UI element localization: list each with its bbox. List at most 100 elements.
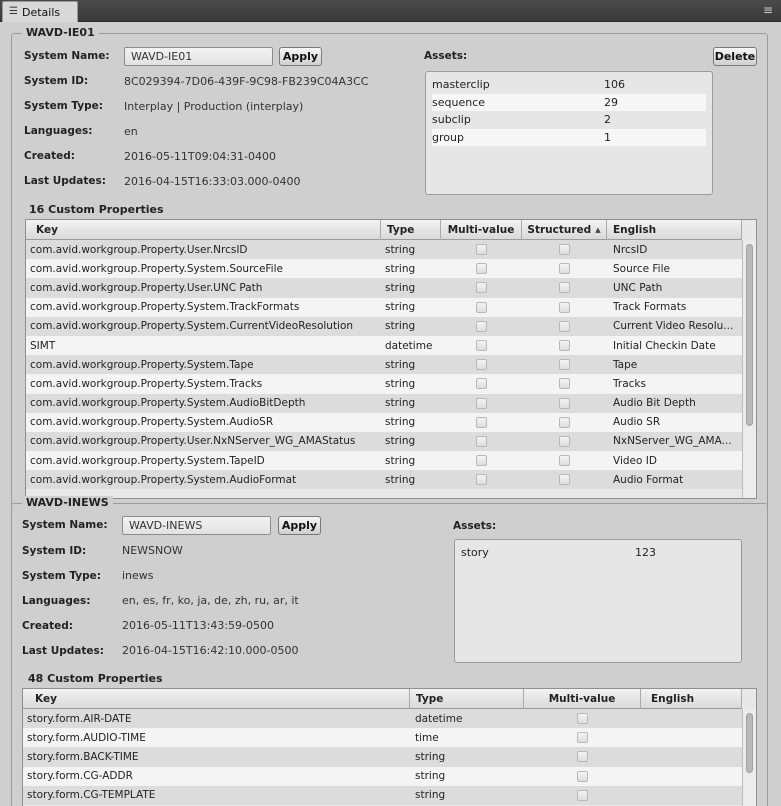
structured-cell [522,435,607,447]
table-row[interactable]: com.avid.workgroup.Property.User.UNC Pat… [26,278,742,298]
asset-count: 2 [604,113,611,126]
multi-value-checkbox[interactable] [476,244,487,256]
structured-checkbox[interactable] [559,455,570,467]
column-multi-value[interactable]: Multi-value [441,220,522,240]
table-row[interactable]: story.form.AUDIO-TIME time [23,728,742,748]
column-key[interactable]: Key [26,220,381,240]
table-row[interactable]: com.avid.workgroup.Property.User.NrcsID s… [26,240,742,260]
multi-value-checkbox[interactable] [476,340,487,352]
asset-row[interactable]: story 123 [461,544,735,562]
multi-value-checkbox[interactable] [577,770,588,782]
system-type-value: Interplay | Production (interplay) [124,100,304,113]
structured-checkbox[interactable] [559,359,570,371]
table-row[interactable]: com.avid.workgroup.Property.System.Curre… [26,316,742,336]
multi-value-checkbox[interactable] [476,416,487,428]
key-cell: SIMT [30,339,56,352]
key-cell: com.avid.workgroup.Property.System.Audio… [30,473,297,486]
table-row[interactable]: com.avid.workgroup.Property.System.TapeI… [26,451,742,471]
type-cell: string [385,377,416,390]
table-row[interactable]: story.form.CG-ADDR string [23,766,742,786]
created-value: 2016-05-11T09:04:31-0400 [124,150,277,163]
structured-checkbox[interactable] [559,435,570,447]
multi-value-cell [441,474,522,486]
column-english[interactable]: English [641,689,742,709]
apply-button[interactable]: Apply [279,47,322,66]
structured-checkbox[interactable] [559,474,570,486]
group-title: WAVD-INEWS [22,496,113,509]
type-cell: string [385,301,416,314]
structured-checkbox[interactable] [559,244,570,256]
multi-value-checkbox[interactable] [476,435,487,447]
multi-value-checkbox[interactable] [476,378,487,390]
hamburger-icon[interactable]: ≡ [761,3,775,17]
structured-checkbox[interactable] [559,416,570,428]
english-cell: Track Formats [613,301,687,314]
details-panel: WAVD-IE01 System Name: Apply System ID: … [0,22,781,806]
multi-value-checkbox[interactable] [476,397,487,409]
tab-details[interactable]: ☰ Details [2,1,78,22]
column-english[interactable]: English [607,220,742,240]
asset-row[interactable]: group 1 [432,128,706,146]
table-row[interactable]: com.avid.workgroup.Property.User.NxNServ… [26,431,742,452]
english-cell: Tape [613,358,638,371]
structured-checkbox[interactable] [559,301,570,313]
multi-value-cell [524,789,641,801]
table-row[interactable]: story.form.CG-TEMPLATE string [23,785,742,805]
table-row[interactable]: com.avid.workgroup.Property.System.Audio… [26,393,742,413]
column-multi-value[interactable]: Multi-value [524,689,641,709]
system-name-input[interactable] [124,47,273,66]
table-header: Key Type Multi-value Structured ▲ Englis… [26,220,742,240]
table-row[interactable]: com.avid.workgroup.Property.System.Track… [26,374,742,394]
table-row[interactable]: com.avid.workgroup.Property.System.Audio… [26,412,742,432]
table-row[interactable]: SIMT datetime Initial Checkin Date [26,335,742,356]
multi-value-checkbox[interactable] [476,282,487,294]
last-updates-label: Last Updates: [22,645,104,657]
multi-value-cell [441,435,522,447]
multi-value-checkbox[interactable] [577,732,588,744]
structured-checkbox[interactable] [559,320,570,332]
table-row[interactable]: com.avid.workgroup.Property.System.Sourc… [26,259,742,279]
structured-checkbox[interactable] [559,282,570,294]
multi-value-checkbox[interactable] [476,455,487,467]
column-structured-label: Structured [527,224,592,236]
vertical-scrollbar[interactable] [742,709,756,806]
table-row[interactable]: story.form.BACK-TIME string [23,747,742,767]
type-cell: string [415,789,446,802]
delete-button[interactable]: Delete [713,47,757,66]
asset-row[interactable]: sequence 29 [432,93,706,111]
scrollbar-thumb[interactable] [746,244,753,426]
multi-value-cell [441,301,522,313]
table-row[interactable]: story.form.AIR-DATE datetime [23,709,742,729]
structured-checkbox[interactable] [559,263,570,275]
structured-checkbox[interactable] [559,340,570,352]
multi-value-checkbox[interactable] [577,751,588,763]
scrollbar-thumb[interactable] [746,713,753,773]
table-row[interactable]: com.avid.workgroup.Property.System.Track… [26,297,742,317]
system-name-input[interactable] [122,516,271,535]
column-type[interactable]: Type [381,220,441,240]
column-structured[interactable]: Structured ▲ [522,220,607,240]
multi-value-checkbox[interactable] [476,359,487,371]
asset-row[interactable]: subclip 2 [432,111,706,129]
type-cell: string [385,320,416,333]
apply-button[interactable]: Apply [278,516,321,535]
system-type-label: System Type: [24,100,103,112]
english-cell: Audio SR [613,416,661,429]
structured-checkbox[interactable] [559,397,570,409]
multi-value-checkbox[interactable] [476,320,487,332]
table-row[interactable]: com.avid.workgroup.Property.System.Tape s… [26,355,742,375]
multi-value-checkbox[interactable] [577,713,588,725]
languages-value: en, es, fr, ko, ja, de, zh, ru, ar, it [122,594,299,607]
structured-checkbox[interactable] [559,378,570,390]
multi-value-checkbox[interactable] [476,301,487,313]
table-row[interactable]: com.avid.workgroup.Property.System.Audio… [26,470,742,490]
multi-value-checkbox[interactable] [476,263,487,275]
multi-value-checkbox[interactable] [476,474,487,486]
english-cell: UNC Path [613,281,663,294]
custom-properties-table: Key Type Multi-value Structured ▲ Englis… [25,219,757,499]
multi-value-checkbox[interactable] [577,789,588,801]
column-type[interactable]: Type [410,689,524,709]
column-key[interactable]: Key [23,689,410,709]
vertical-scrollbar[interactable] [742,240,756,498]
asset-row[interactable]: masterclip 106 [432,76,706,94]
